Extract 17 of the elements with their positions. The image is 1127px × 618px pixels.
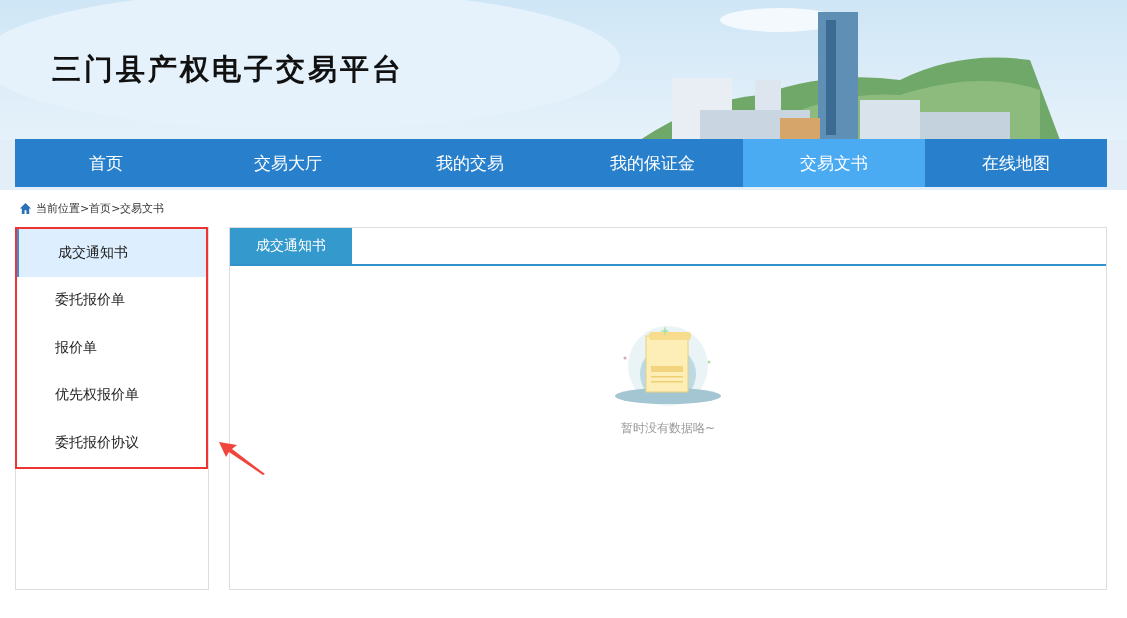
sidebar-item[interactable]: 优先权报价单 xyxy=(17,371,206,419)
nav-item[interactable]: 我的交易 xyxy=(379,139,561,187)
nav-item[interactable]: 首页 xyxy=(15,139,197,187)
sidebar-item[interactable]: 委托报价协议 xyxy=(17,419,206,467)
arrow-icon xyxy=(217,440,267,476)
nav-item[interactable]: 在线地图 xyxy=(925,139,1107,187)
nav-item[interactable]: 交易文书 xyxy=(743,139,925,187)
site-title: 三门县产权电子交易平台 xyxy=(52,50,404,88)
sidebar-item[interactable]: 报价单 xyxy=(17,324,206,372)
nav-item[interactable]: 我的保证金 xyxy=(561,139,743,187)
sidebar-item[interactable]: 委托报价单 xyxy=(17,276,206,324)
empty-message: 暂时没有数据咯~ xyxy=(620,420,716,437)
nav-item[interactable]: 交易大厅 xyxy=(197,139,379,187)
sidebar-item[interactable]: 成交通知书 xyxy=(17,229,206,277)
breadcrumb: 当前位置>首页>交易文书 xyxy=(36,200,165,216)
home-icon xyxy=(19,201,32,215)
tab[interactable]: 成交通知书 xyxy=(230,228,352,264)
